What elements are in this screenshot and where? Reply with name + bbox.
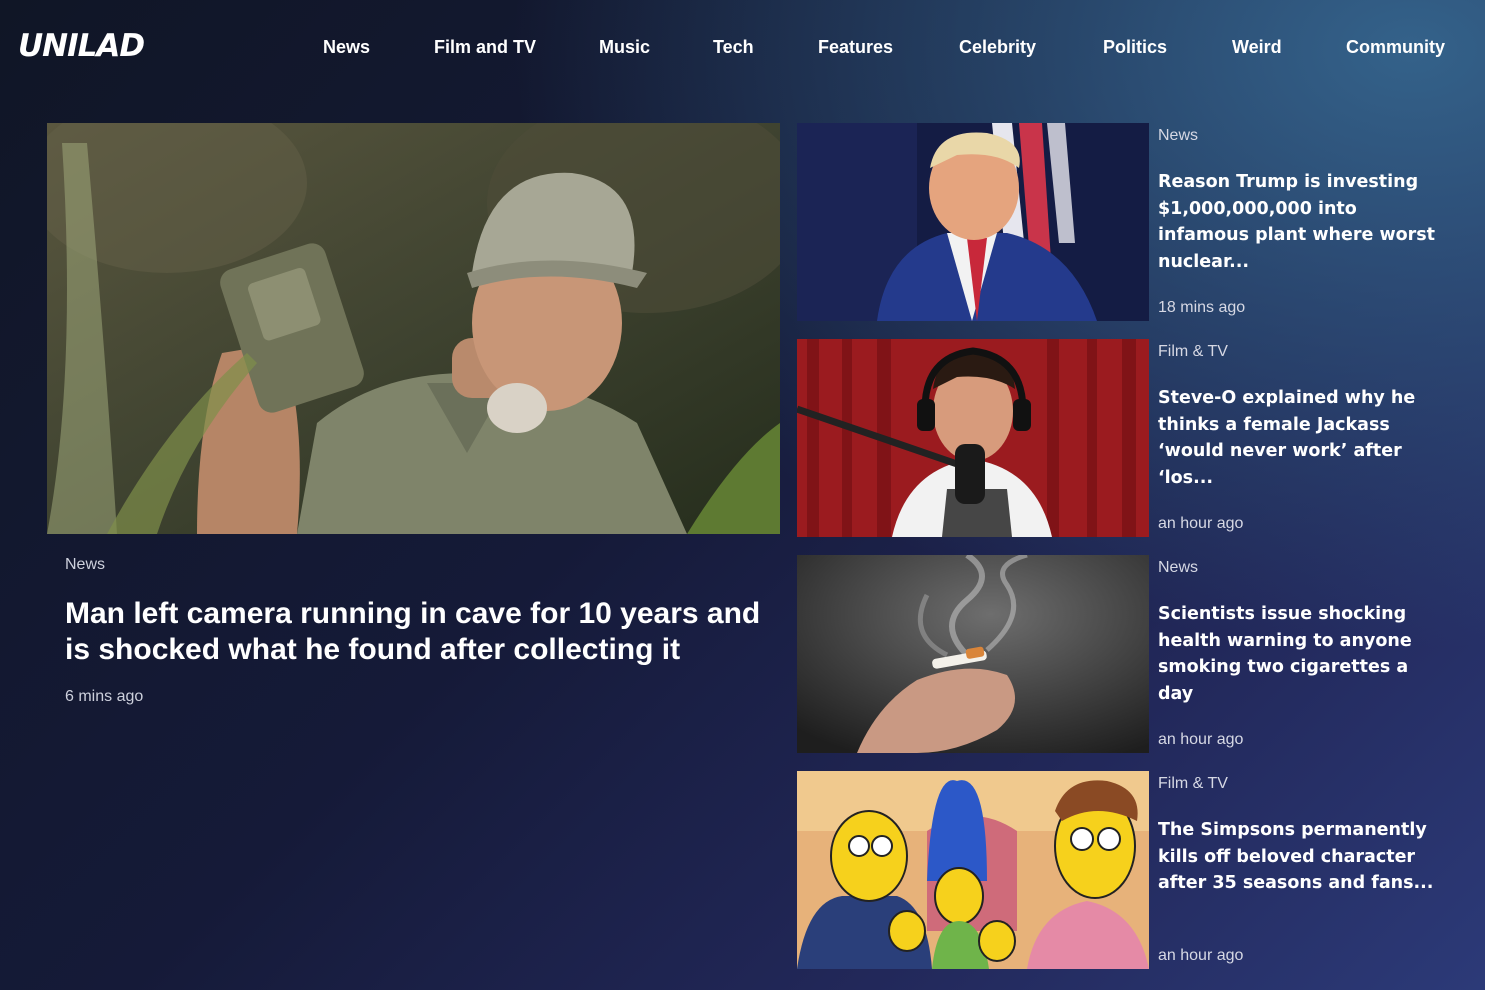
article-timestamp: an hour ago <box>1158 515 1244 532</box>
hero-image[interactable] <box>47 123 780 534</box>
article-card[interactable]: News Reason Trump is investing $1,000,00… <box>797 123 1457 321</box>
article-thumbnail[interactable] <box>797 339 1149 537</box>
site-header: UNILAD News Film and TV Music Tech Featu… <box>0 0 1485 96</box>
article-headline[interactable]: The Simpsons permanently kills off belov… <box>1158 817 1448 897</box>
cartoon-family-still <box>797 771 1149 969</box>
article-card[interactable]: Film & TV The Simpsons permanently kills… <box>797 771 1457 969</box>
article-card[interactable]: Film & TV Steve-O explained why he think… <box>797 339 1457 537</box>
article-thumbnail[interactable] <box>797 555 1149 753</box>
article-thumbnail[interactable] <box>797 771 1149 969</box>
article-timestamp: an hour ago <box>1158 731 1244 748</box>
hand-holding-cigarette-photo <box>797 555 1149 753</box>
podcast-guest-photo <box>797 339 1149 537</box>
nav-film-and-tv[interactable]: Film and TV <box>434 37 536 58</box>
politician-portrait-photo <box>797 123 1149 321</box>
hero-headline[interactable]: Man left camera running in cave for 10 y… <box>65 596 780 668</box>
article-thumbnail[interactable] <box>797 123 1149 321</box>
nav-politics[interactable]: Politics <box>1103 37 1167 58</box>
nav-weird[interactable]: Weird <box>1232 37 1282 58</box>
nav-celebrity[interactable]: Celebrity <box>959 37 1036 58</box>
hero-category[interactable]: News <box>65 556 105 574</box>
man-with-trail-camera-photo <box>47 123 780 534</box>
article-category[interactable]: Film & TV <box>1158 343 1228 361</box>
article-headline[interactable]: Scientists issue shocking health warning… <box>1158 601 1448 707</box>
article-category[interactable]: News <box>1158 559 1198 577</box>
nav-news[interactable]: News <box>323 37 370 58</box>
article-headline[interactable]: Reason Trump is investing $1,000,000,000… <box>1158 169 1448 275</box>
article-category[interactable]: Film & TV <box>1158 775 1228 793</box>
nav-community[interactable]: Community <box>1346 37 1445 58</box>
article-timestamp: an hour ago <box>1158 947 1244 964</box>
article-card[interactable]: News Scientists issue shocking health wa… <box>797 555 1457 753</box>
article-timestamp: 18 mins ago <box>1158 299 1246 316</box>
main-nav: News Film and TV Music Tech Features Cel… <box>0 37 1485 61</box>
article-category[interactable]: News <box>1158 127 1198 145</box>
nav-tech[interactable]: Tech <box>713 37 754 58</box>
hero-timestamp: 6 mins ago <box>65 688 144 705</box>
nav-features[interactable]: Features <box>818 37 893 58</box>
article-headline[interactable]: Steve-O explained why he thinks a female… <box>1158 385 1448 491</box>
nav-music[interactable]: Music <box>599 37 650 58</box>
